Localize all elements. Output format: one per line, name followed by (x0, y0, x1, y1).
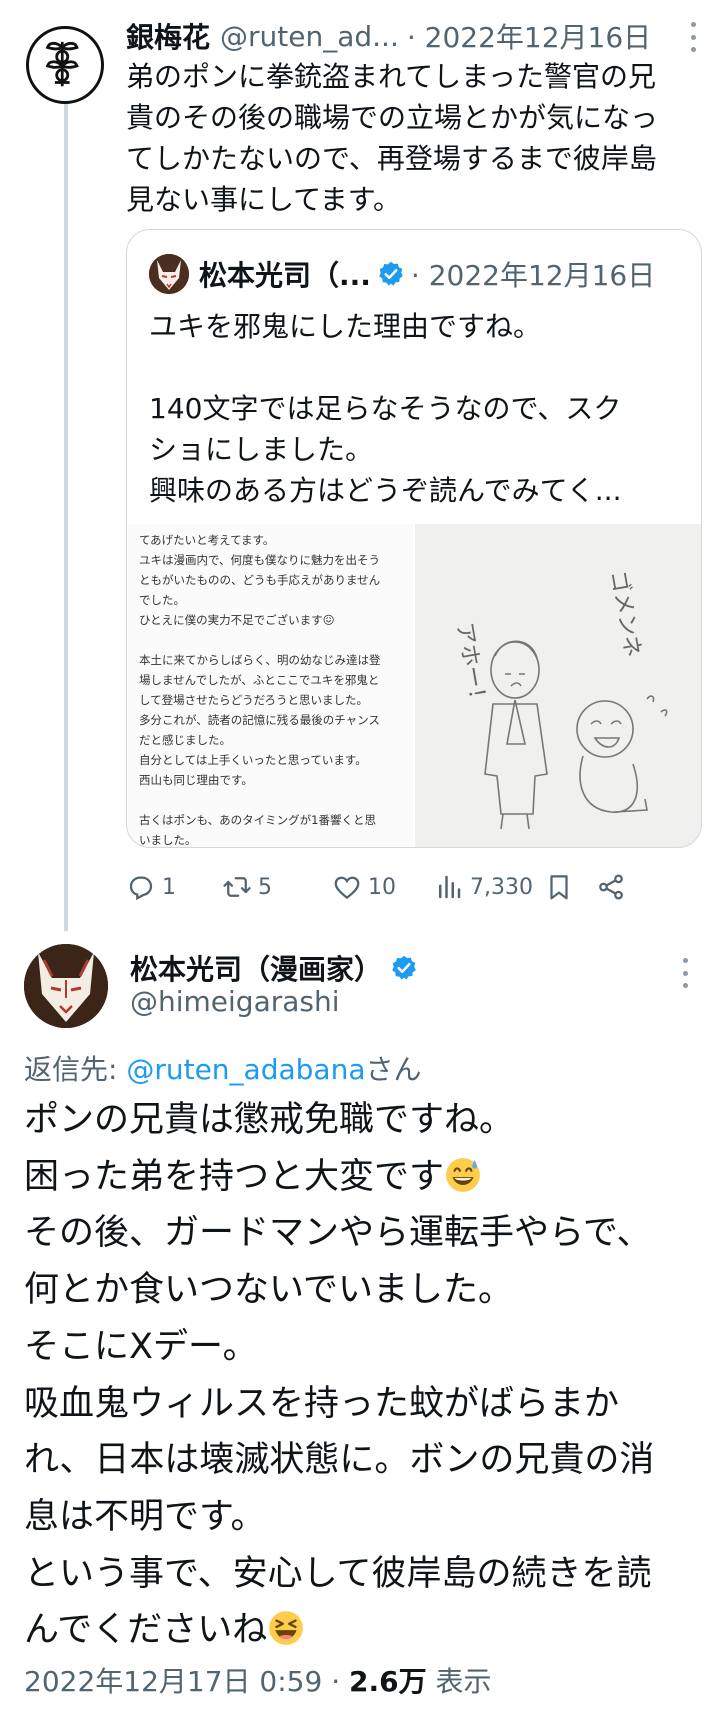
laughing-emoji-icon (269, 1611, 304, 1646)
quoted-tweet-card[interactable]: 松本光司（... · 2022年12月16日 ユキを邪鬼にした理由ですね。 14… (126, 229, 702, 848)
parent-action-bar: 1 5 10 7,330 (126, 868, 706, 908)
parent-tweet-text: 弟のポンに拳銃盗まれてしまった警官の兄 貴のその後の職場での立場とかが気になっ … (126, 60, 659, 216)
parent-avatar[interactable] (26, 26, 104, 104)
parent-handle[interactable]: @ruten_ad... (220, 20, 399, 53)
replying-suffix: さん (365, 1053, 422, 1086)
bookmark-icon (550, 875, 568, 900)
main-text-line1: ポンの兄貴は懲戒免職ですね。 (24, 1100, 515, 1140)
retweet-count: 5 (258, 874, 272, 900)
fox-mask-avatar-icon (24, 944, 108, 1028)
heart-icon (334, 876, 360, 900)
fox-mask-icon (149, 254, 189, 294)
screenshot-text: てあげたいと考えてます。 ユキは漫画内で、何度も僕なりに魅力を出そう ともがいた… (139, 533, 381, 847)
views-button[interactable]: 7,330 (434, 872, 533, 902)
grinning-sweat-emoji-icon (446, 1157, 480, 1192)
verified-badge-icon (379, 261, 403, 286)
plum-crest-icon (45, 41, 79, 87)
view-count: 7,330 (470, 874, 533, 900)
main-text-line2: 困った弟を持つと大変です (24, 1156, 445, 1197)
main-tweet-footer: 2022年12月17日 0:59 · 2.6万 表示 (24, 1660, 492, 1700)
quoted-media[interactable]: てあげたいと考えてます。 ユキは漫画内で、何度も僕なりに魅力を出そう ともがいた… (127, 524, 701, 847)
quoted-avatar (149, 254, 189, 294)
quoted-tweet-header: 松本光司（... · 2022年12月16日 (149, 254, 685, 294)
drawing-text-left: アホー！ (451, 621, 491, 712)
drawing-text-right: ゴメンネ (605, 569, 645, 660)
main-text-body: その後、ガードマンやら運転手やらで、 何とか食いつないでいました。 そこにXデー… (24, 1213, 655, 1651)
like-button[interactable]: 10 (332, 872, 396, 902)
main-handle[interactable]: @himeigarashi (130, 985, 340, 1018)
main-view-label: 表示 (426, 1665, 492, 1698)
main-display-name-row: 松本光司（漫画家） (130, 948, 418, 988)
parent-date[interactable]: · 2022年12月16日 (407, 16, 651, 56)
thread-connector-line (64, 96, 68, 931)
analytics-icon (439, 875, 461, 899)
reply-count: 1 (162, 874, 176, 900)
quoted-tweet-text: ユキを邪鬼にした理由ですね。 140文字では足らなそうなので、スク ショにしまし… (149, 310, 622, 507)
like-count: 10 (368, 874, 396, 900)
main-more-icon[interactable] (680, 958, 690, 988)
replying-mention-link[interactable]: @ruten_adabana (126, 1053, 365, 1086)
quoted-display-name: 松本光司（... (199, 259, 371, 292)
parent-display-name[interactable]: 銀梅花 (126, 16, 210, 56)
retweet-button[interactable]: 5 (222, 872, 272, 902)
main-display-name[interactable]: 松本光司（漫画家） (130, 948, 382, 988)
main-view-count: 2.6万 (349, 1665, 427, 1698)
parent-more-icon[interactable] (688, 22, 698, 52)
quoted-date: · 2022年12月16日 (410, 259, 656, 292)
reply-button[interactable]: 1 (126, 872, 176, 902)
main-tweet-text: ポンの兄貴は懲戒免職ですね。 困った弟を持つと大変です その後、ガードマンやら運… (24, 1092, 696, 1659)
bookmark-button[interactable] (544, 872, 574, 902)
reply-icon (129, 876, 153, 901)
parent-tweet-header: 銀梅花 @ruten_ad... · 2022年12月16日 (126, 16, 704, 56)
manga-sketch-drawing: アホー！ ゴメンネ (451, 569, 668, 830)
retweet-icon (223, 877, 251, 897)
main-timestamp[interactable]: 2022年12月17日 0:59 · (24, 1665, 349, 1698)
share-icon (599, 874, 623, 900)
quoted-sketch-image[interactable]: アホー！ ゴメンネ (415, 524, 701, 847)
main-avatar[interactable] (24, 944, 108, 1028)
replying-prefix: 返信先: (24, 1053, 127, 1086)
verified-badge-icon (392, 955, 416, 980)
quoted-text-screenshot-image[interactable]: てあげたいと考えてます。 ユキは漫画内で、何度も僕なりに魅力を出そう ともがいた… (127, 524, 415, 847)
share-button[interactable] (596, 872, 626, 902)
replying-to: 返信先: @ruten_adabanaさん (24, 1048, 422, 1088)
